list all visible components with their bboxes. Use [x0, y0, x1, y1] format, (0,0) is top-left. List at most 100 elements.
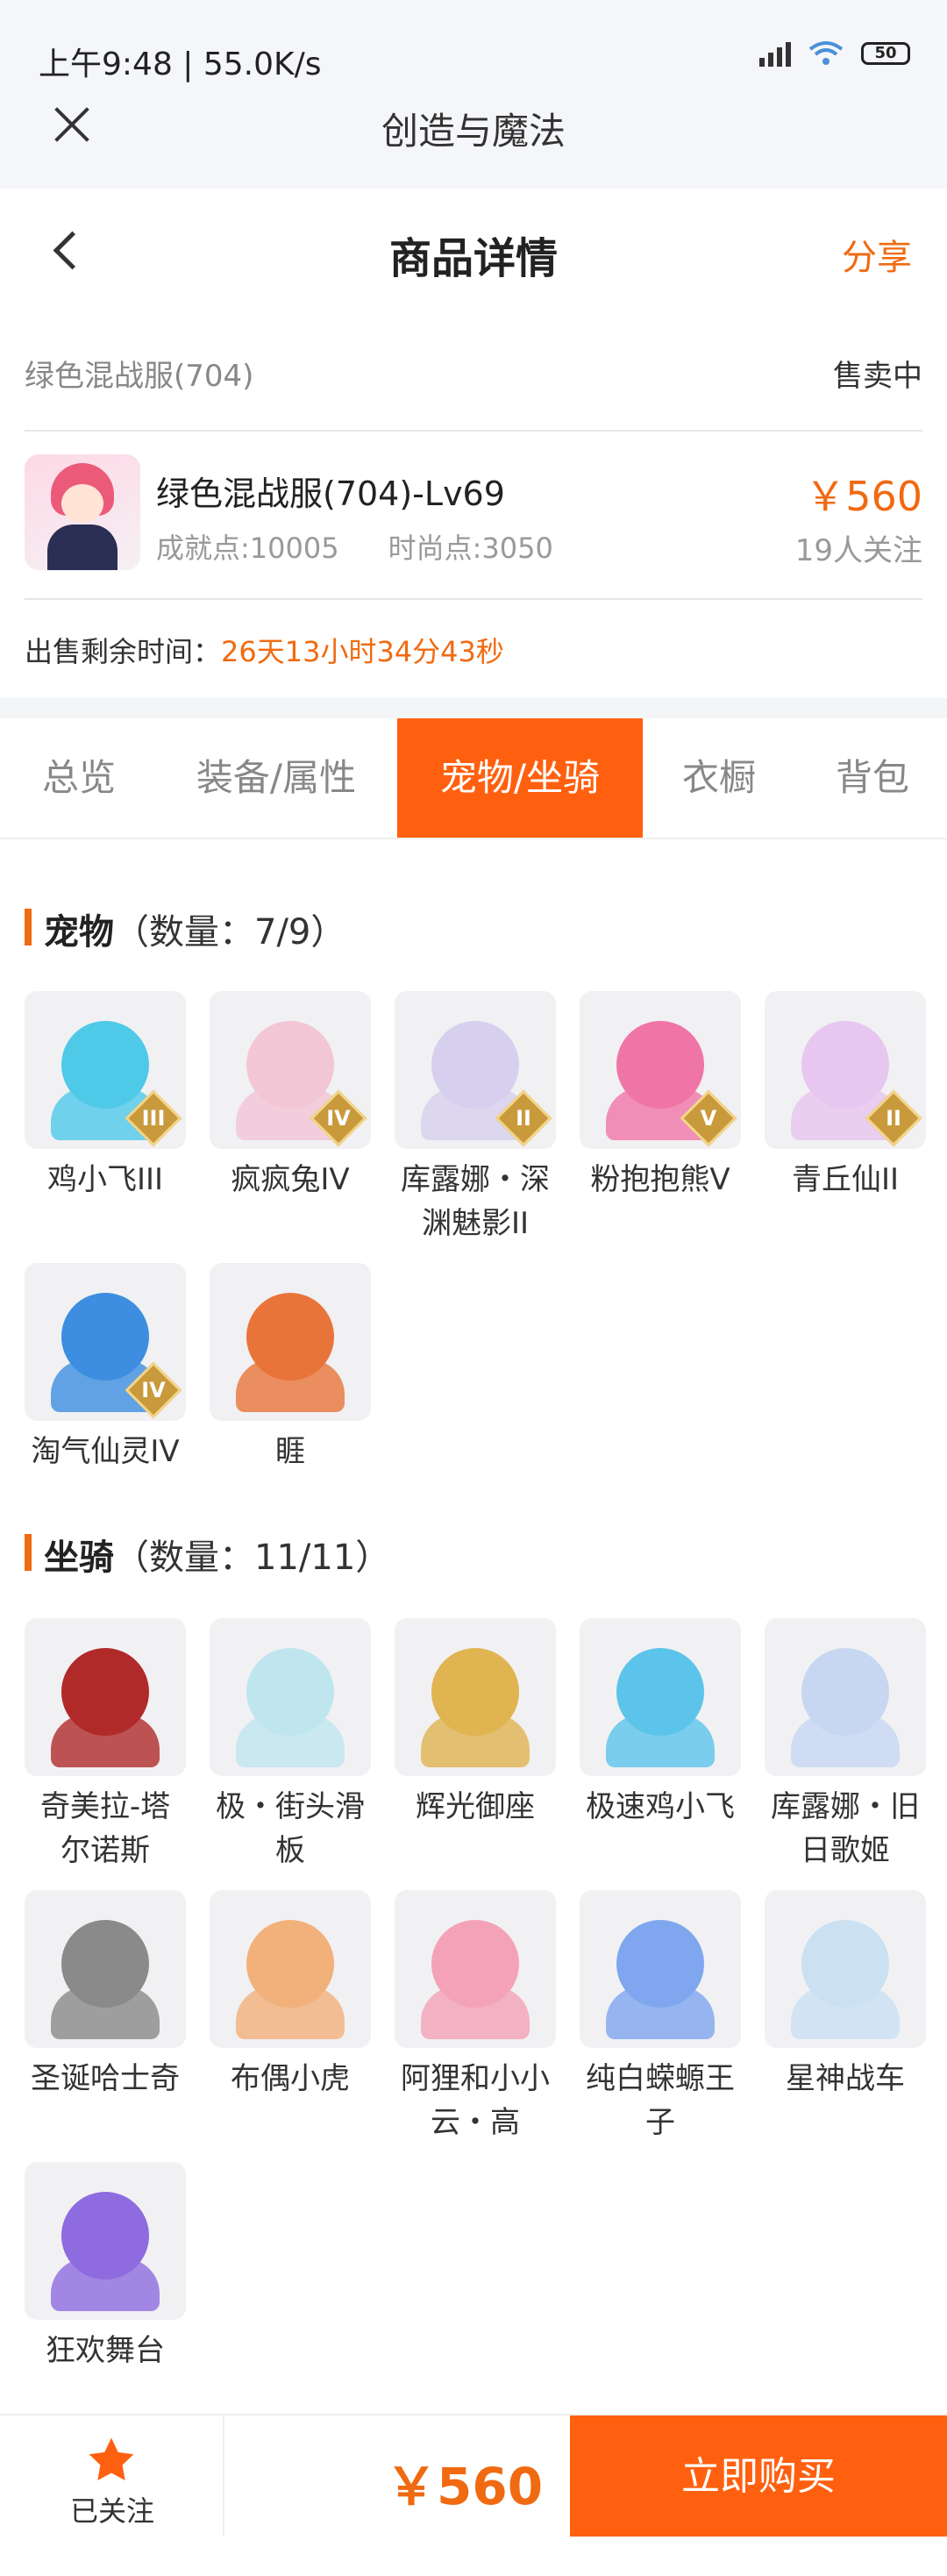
mount-thumbnail: [395, 1618, 556, 1776]
mount-item[interactable]: 纯白蝾螈王 子: [580, 1890, 741, 2144]
mounts-count: （数量：11/11）: [114, 1538, 391, 1578]
mount-thumbnail: [395, 1890, 556, 2048]
mount-item[interactable]: 星神战车: [765, 1890, 926, 2101]
mount-name: 狂欢舞台: [46, 2333, 165, 2368]
pets-count: （数量：7/9）: [114, 912, 346, 953]
pet-name: 疯疯兔IV: [231, 1162, 350, 1197]
pet-item[interactable]: IV 疯疯兔IV: [210, 991, 371, 1202]
mount-name: 阿狸和小小 云・高: [401, 2061, 550, 2140]
pet-thumbnail: II: [765, 991, 926, 1149]
tab-wardrobe[interactable]: 衣橱: [649, 718, 789, 838]
footer-price: ￥560: [386, 2457, 544, 2516]
divider: [25, 430, 922, 432]
mount-name: 极・街头滑 板: [216, 1789, 365, 1868]
mount-item[interactable]: 狂欢舞台: [25, 2162, 186, 2373]
grade-badge-label: II: [886, 1106, 901, 1131]
pet-thumbnail: IV: [25, 1263, 186, 1421]
mount-item[interactable]: 布偶小虎: [210, 1890, 371, 2101]
pet-thumbnail: II: [395, 991, 556, 1149]
pet-name: 睚: [275, 1434, 305, 1469]
item-title: 绿色混战服(704)-Lv69: [156, 475, 505, 513]
remaining-label: 出售剩余时间：: [25, 635, 222, 668]
pet-item[interactable]: V 粉抱抱熊Ⅴ: [580, 991, 741, 1202]
follow-button[interactable]: 已关注: [0, 2415, 224, 2538]
tab-backpack[interactable]: 背包: [802, 718, 943, 838]
tab-bar: 总览 装备/属性 宠物/坐骑 衣橱 背包: [0, 718, 947, 839]
mount-item[interactable]: 辉光御座: [395, 1618, 556, 1829]
mount-thumbnail: [25, 2162, 186, 2320]
pet-item[interactable]: II 库露娜・深 渊魅影II: [395, 991, 556, 1245]
mount-thumbnail: [580, 1618, 741, 1776]
mount-item[interactable]: 奇美拉-塔 尔诺斯: [25, 1618, 186, 1873]
listing-header: 绿色混战服(704) 售卖中: [25, 346, 922, 399]
mount-thumbnail: [765, 1890, 926, 2048]
app-title: 创造与魔法: [381, 110, 566, 153]
divider: [25, 598, 922, 600]
page-title: 商品详情: [388, 234, 558, 283]
tab-equipment[interactable]: 装备/属性: [167, 718, 386, 838]
item-summary: 绿色混战服(704)-Lv69 成就点:10005 时尚点:3050 ￥560 …: [25, 454, 922, 577]
mount-name: 布偶小虎: [231, 2061, 350, 2096]
pet-item[interactable]: II 青丘仙II: [765, 991, 926, 1202]
follow-label: 已关注: [69, 2494, 154, 2528]
battery-icon: 50: [861, 42, 910, 65]
mount-item[interactable]: 圣诞哈士奇: [25, 1890, 186, 2101]
pets-section-title: 宠物（数量：7/9）: [25, 903, 345, 954]
listing-status: 售卖中: [833, 358, 922, 394]
follower-count: 19人关注: [794, 533, 922, 568]
mount-item[interactable]: 阿狸和小小 云・高: [395, 1890, 556, 2144]
mounts-title: 坐骑: [44, 1538, 114, 1578]
mount-thumbnail: [580, 1890, 741, 2048]
signal-icon: [759, 40, 791, 67]
pet-name: 库露娜・深 渊魅影II: [401, 1162, 550, 1241]
navbar: 商品详情 分享: [0, 189, 947, 311]
wifi-icon: [808, 41, 844, 65]
pet-thumbnail: [210, 1263, 371, 1421]
grade-badge-label: IV: [141, 1378, 166, 1402]
status-icons: 50: [759, 40, 910, 67]
system-nav-area: [0, 2537, 947, 2576]
mount-name: 星神战车: [786, 2061, 905, 2096]
grade-badge-label: IV: [326, 1106, 351, 1131]
mount-name: 辉光御座: [416, 1789, 535, 1824]
remaining-time: 出售剩余时间：26天13小时34分43秒: [25, 630, 504, 670]
mount-thumbnail: [210, 1618, 371, 1776]
pet-item[interactable]: IV 淘气仙灵IV: [25, 1263, 186, 1474]
grade-badge-label: V: [700, 1106, 717, 1131]
mount-item[interactable]: 库露娜・旧 日歌姬: [765, 1618, 926, 1873]
item-meta: 成就点:10005 时尚点:3050: [156, 526, 553, 567]
grade-badge-label: III: [141, 1106, 166, 1131]
pet-name: 淘气仙灵IV: [31, 1434, 180, 1469]
pet-thumbnail: III: [25, 991, 186, 1149]
pet-item[interactable]: III 鸡小飞III: [25, 991, 186, 1202]
mount-name: 奇美拉-塔 尔诺斯: [39, 1789, 171, 1868]
mount-item[interactable]: 极・街头滑 板: [210, 1618, 371, 1873]
mount-name: 库露娜・旧 日歌姬: [771, 1789, 920, 1868]
remaining-value: 26天13小时34分43秒: [221, 635, 504, 668]
item-price: ￥560: [805, 473, 922, 520]
tab-pets-mounts[interactable]: 宠物/坐骑: [397, 718, 643, 838]
mount-thumbnail: [25, 1618, 186, 1776]
character-avatar: [25, 454, 140, 570]
pet-name: 青丘仙II: [791, 1162, 900, 1197]
pet-name: 粉抱抱熊Ⅴ: [590, 1162, 730, 1197]
pet-thumbnail: V: [580, 991, 741, 1149]
mounts-section-title: 坐骑（数量：11/11）: [25, 1529, 390, 1580]
tab-overview[interactable]: 总览: [9, 718, 149, 838]
pet-item[interactable]: 睚: [210, 1263, 371, 1474]
mount-thumbnail: [210, 1890, 371, 2048]
share-button[interactable]: 分享: [842, 229, 912, 280]
mount-name: 纯白蝾螈王 子: [586, 2061, 735, 2140]
pet-name: 鸡小飞III: [46, 1162, 164, 1197]
buy-now-button[interactable]: 立即购买: [570, 2415, 947, 2538]
fashion-points: 时尚点:3050: [388, 532, 553, 565]
status-time: 上午9:48 | 55.0K/s: [39, 46, 322, 82]
mount-name: 极速鸡小飞: [586, 1789, 735, 1824]
mount-thumbnail: [25, 1890, 186, 2048]
mount-name: 圣诞哈士奇: [31, 2061, 180, 2096]
mount-item[interactable]: 极速鸡小飞: [580, 1618, 741, 1829]
app-header: 上午9:48 | 55.0K/s 50 创造与魔法: [0, 0, 947, 189]
achievement-points: 成就点:10005: [156, 532, 339, 565]
listing-name: 绿色混战服(704): [25, 358, 254, 394]
pet-thumbnail: IV: [210, 991, 371, 1149]
